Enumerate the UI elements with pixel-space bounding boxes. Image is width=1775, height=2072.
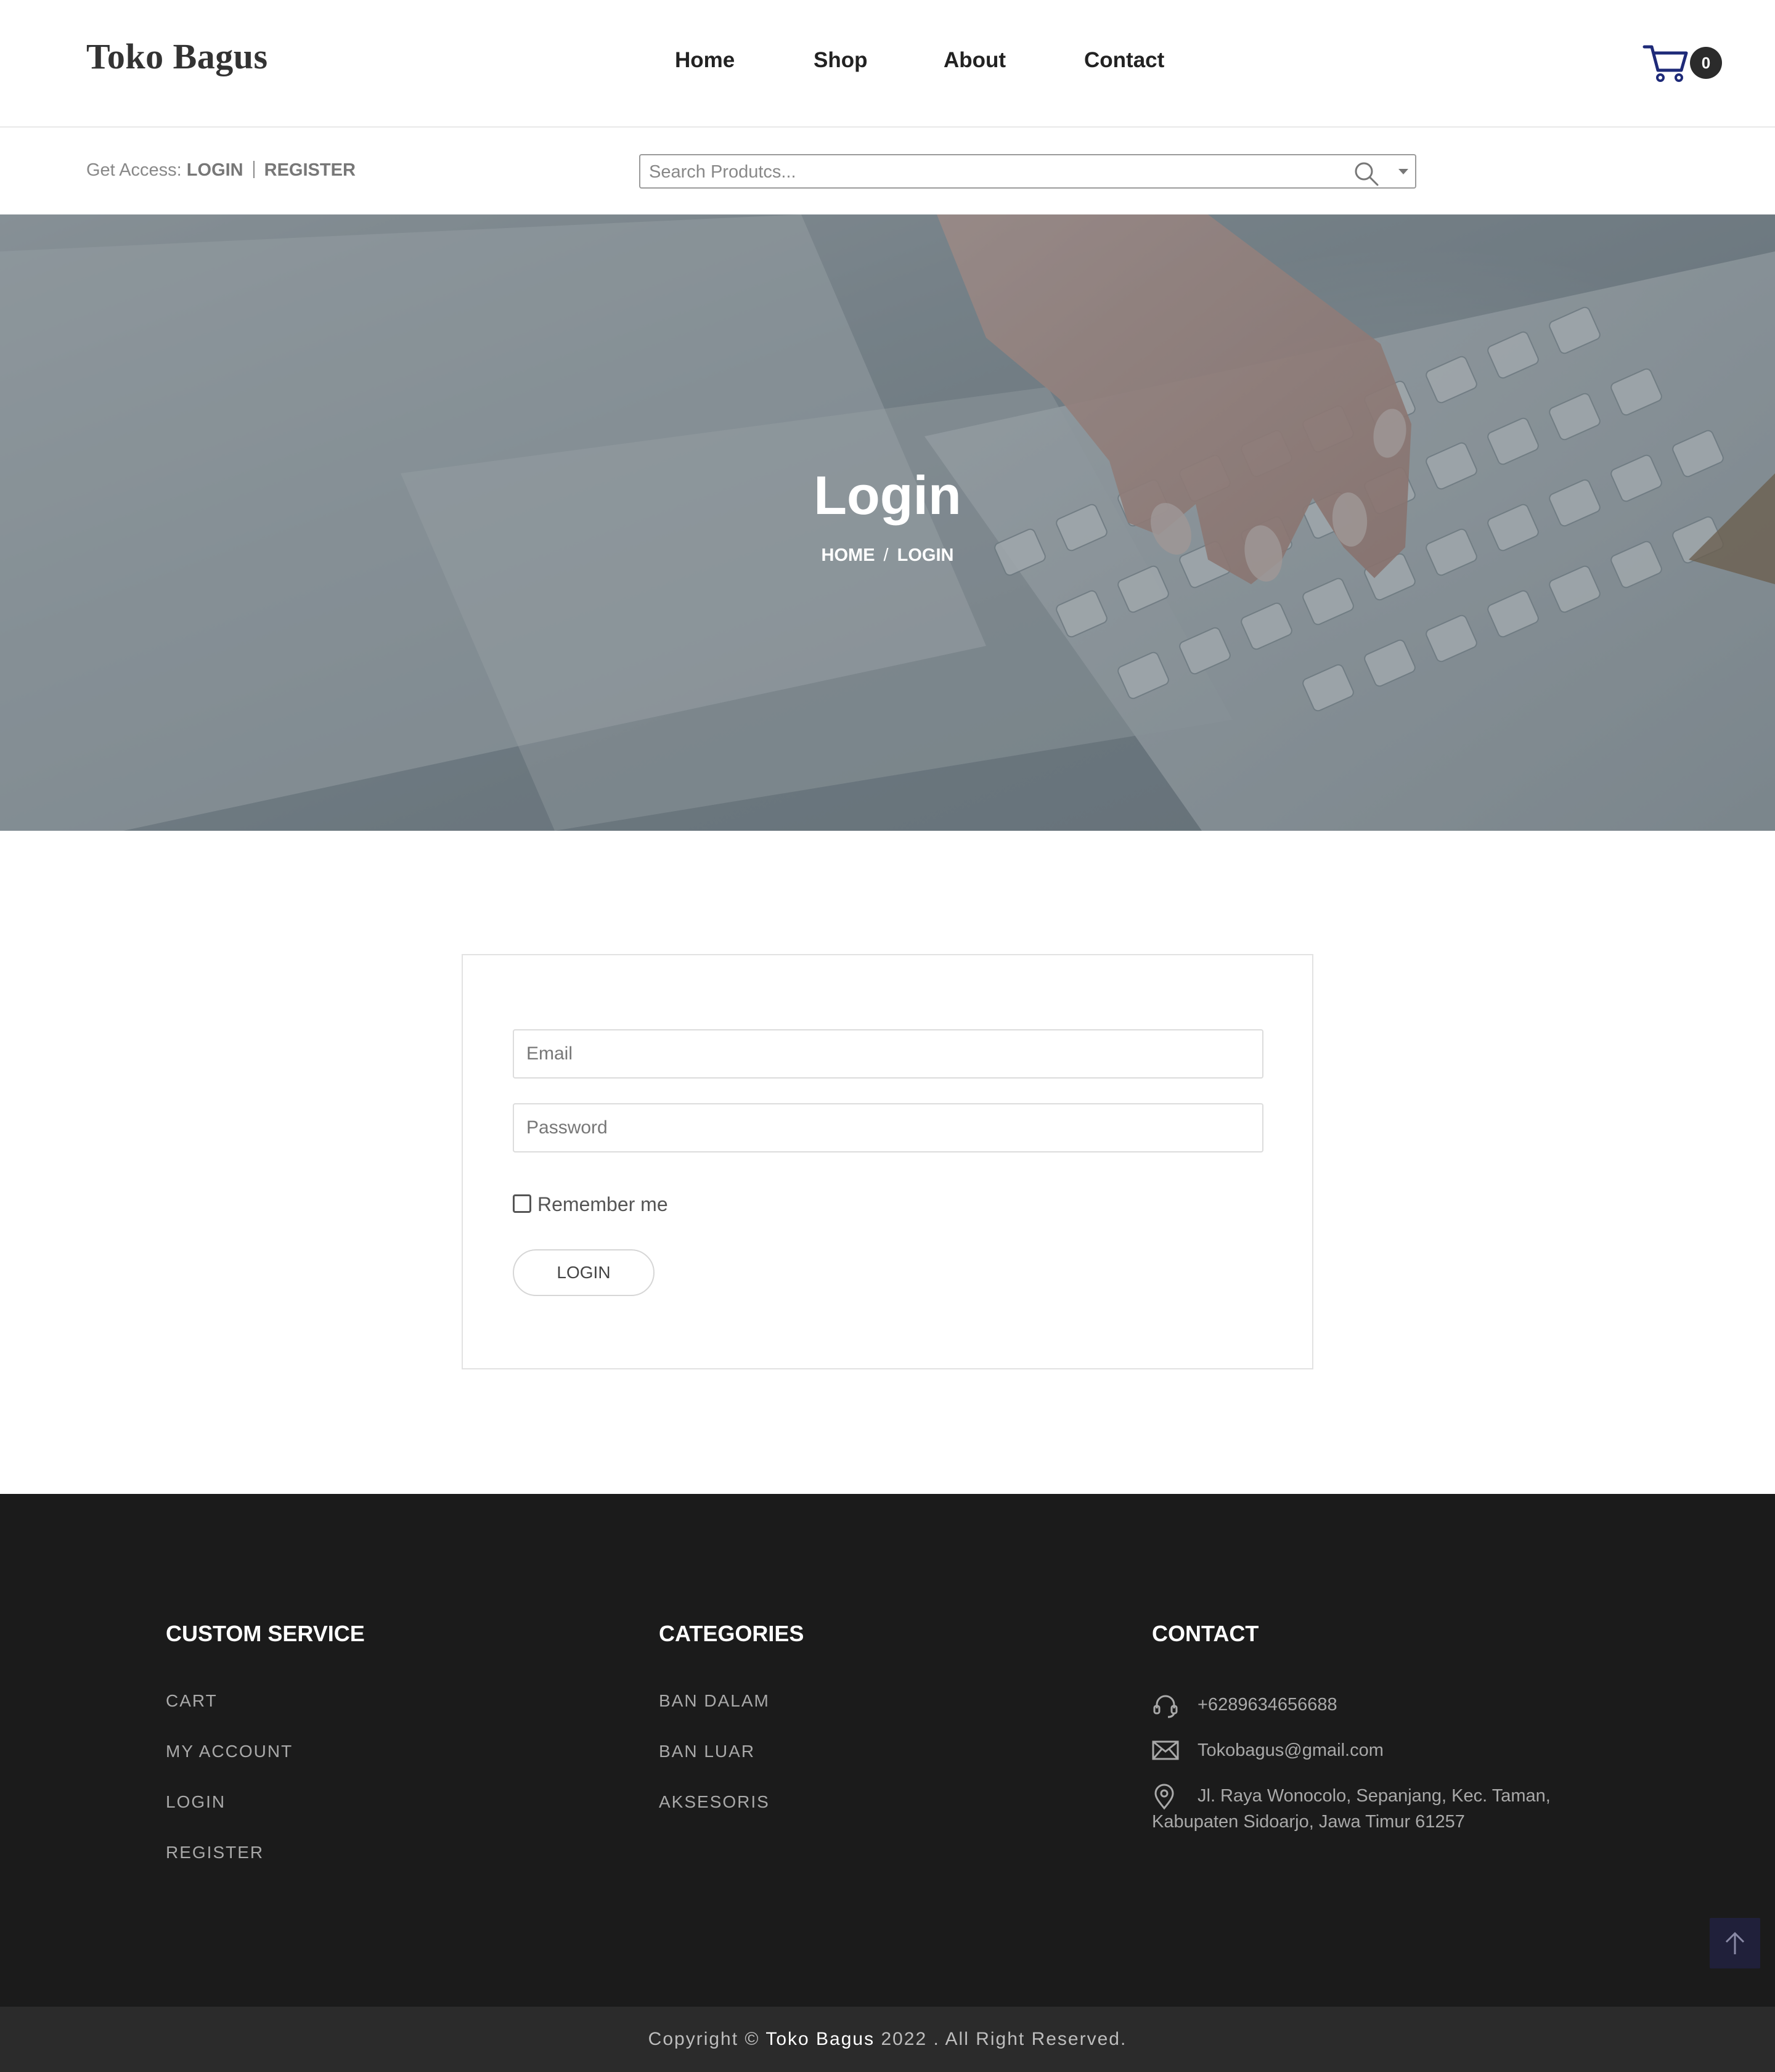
cart-count-badge: 0 — [1690, 47, 1722, 79]
search-icon[interactable] — [1353, 160, 1380, 187]
footer-custom-service: CUSTOM SERVICE CART MY ACCOUNT LOGIN REG… — [166, 1621, 365, 1893]
email-address[interactable]: Tokobagus@gmail.com — [1198, 1740, 1384, 1761]
copyright-brand[interactable]: Toko Bagus — [765, 2029, 875, 2049]
nav-shop[interactable]: Shop — [814, 48, 867, 73]
address-line-2: Kabupaten Sidoarjo, Jawa Timur 61257 — [1152, 1812, 1465, 1832]
search-bar — [639, 154, 1416, 189]
login-link[interactable]: LOGIN — [187, 160, 243, 180]
phone-number[interactable]: +6289634656688 — [1198, 1695, 1337, 1715]
breadcrumb-separator: / — [883, 545, 889, 565]
register-link[interactable]: REGISTER — [264, 160, 356, 180]
copyright-suffix: 2022 . All Right Reserved. — [881, 2029, 1127, 2049]
breadcrumb-current: LOGIN — [897, 545, 954, 565]
footer-heading: CATEGORIES — [659, 1621, 804, 1646]
envelope-icon — [1152, 1740, 1179, 1760]
cart-icon — [1642, 45, 1688, 82]
search-input[interactable] — [649, 160, 1290, 184]
copyright-prefix: Copyright © — [648, 2029, 760, 2049]
password-field-wrapper — [513, 1103, 1263, 1152]
nav-contact[interactable]: Contact — [1084, 48, 1164, 73]
footer-link-ban-dalam[interactable]: BAN DALAM — [659, 1691, 804, 1742]
nav-home[interactable]: Home — [675, 48, 735, 73]
footer-link-login[interactable]: LOGIN — [166, 1792, 365, 1843]
page-banner: Login HOME / LOGIN — [0, 214, 1775, 831]
footer-link-my-account[interactable]: MY ACCOUNT — [166, 1742, 365, 1792]
map-pin-icon — [1154, 1784, 1174, 1810]
nav-about[interactable]: About — [944, 48, 1006, 73]
back-to-top-button[interactable] — [1710, 1918, 1760, 1968]
sub-header: Get Access: LOGIN REGISTER — [0, 128, 1775, 214]
site-footer: CUSTOM SERVICE CART MY ACCOUNT LOGIN REG… — [0, 1494, 1775, 2007]
address-line-1: Jl. Raya Wonocolo, Sepanjang, Kec. Taman… — [1198, 1786, 1551, 1806]
footer-contact: CONTACT +6289634656688 Tokobagus@gmail.c… — [1152, 1621, 1596, 1843]
remember-checkbox[interactable] — [513, 1194, 531, 1213]
footer-categories: CATEGORIES BAN DALAM BAN LUAR AKSESORIS — [659, 1621, 804, 1843]
footer-link-register[interactable]: REGISTER — [166, 1843, 365, 1893]
page-title: Login — [814, 465, 961, 526]
copyright-bar: Copyright © Toko Bagus 2022 . All Right … — [0, 2007, 1775, 2072]
remember-label[interactable]: Remember me — [537, 1193, 668, 1216]
breadcrumb: HOME / LOGIN — [0, 545, 1775, 566]
breadcrumb-home[interactable]: HOME — [822, 545, 875, 565]
footer-link-ban-luar[interactable]: BAN LUAR — [659, 1742, 804, 1792]
email-field[interactable] — [514, 1030, 1262, 1077]
login-button[interactable]: LOGIN — [513, 1249, 655, 1296]
login-form: Remember me LOGIN — [462, 954, 1313, 1369]
email-field-wrapper — [513, 1029, 1263, 1079]
access-prefix: Get Access: — [86, 160, 182, 180]
arrow-up-icon — [1725, 1931, 1745, 1954]
site-header: Toko Bagus Home Shop About Contact 0 — [0, 0, 1775, 128]
chevron-down-icon[interactable] — [1398, 169, 1408, 174]
access-divider — [253, 161, 255, 178]
access-links: Get Access: LOGIN REGISTER — [86, 160, 356, 181]
headset-icon — [1153, 1695, 1178, 1718]
footer-heading: CONTACT — [1152, 1621, 1259, 1646]
password-field[interactable] — [514, 1104, 1262, 1151]
footer-heading: CUSTOM SERVICE — [166, 1621, 365, 1646]
footer-link-aksesoris[interactable]: AKSESORIS — [659, 1792, 804, 1843]
cart-button[interactable]: 0 — [1642, 41, 1722, 84]
footer-link-cart[interactable]: CART — [166, 1691, 365, 1742]
site-logo[interactable]: Toko Bagus — [86, 36, 268, 77]
